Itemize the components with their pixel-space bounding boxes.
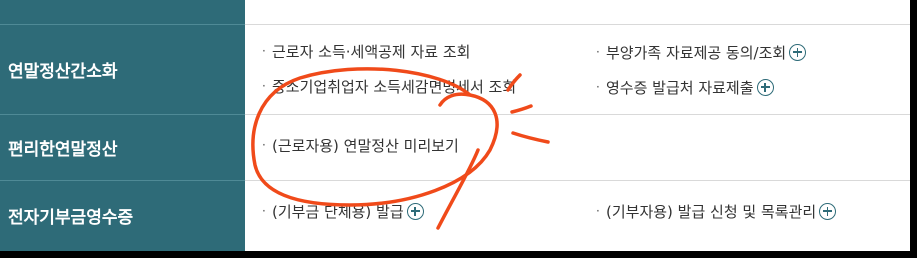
category-e-donation-receipt[interactable]: 전자기부금영수증 [0,180,245,251]
bullet: · [596,80,600,94]
category-label: 전자기부금영수증 [8,208,134,228]
plus-circle-icon[interactable] [819,202,837,220]
category-sidebar: 연말정산간소화 편리한연말정산 전자기부금영수증 [0,0,245,251]
link-income-deduction-lookup[interactable]: · 근로자 소득·세액공제 자료 조회 [262,38,470,64]
plus-circle-icon[interactable] [789,43,807,61]
screenshot-frame: 연말정산간소화 편리한연말정산 전자기부금영수증 · 근로자 소득·세액공제 자… [0,0,917,258]
link-label: 중소기업취업자 소득세감면명세서 조회 [272,77,517,96]
category-convenient-year-end[interactable]: 편리한연말정산 [0,114,245,180]
bullet: · [596,45,600,59]
bullet: · [262,79,266,93]
row-divider [245,114,910,115]
link-receipt-issuer-submit[interactable]: · 영수증 발급처 자료제출 [596,74,774,100]
bullet: · [262,138,266,152]
category-label: 편리한연말정산 [8,139,118,160]
bullet: · [262,204,266,218]
bullet: · [262,44,266,58]
link-label: (근로자용) 연말정산 미리보기 [272,136,459,155]
bullet: · [596,204,600,218]
link-donor-issue-list[interactable]: · (기부자용) 발급 신청 및 목록관리 [596,198,837,224]
category-year-end-simplified[interactable]: 연말정산간소화 [0,24,245,114]
link-label: (기부금 단체용) 발급 [272,202,404,221]
menu-panel: 연말정산간소화 편리한연말정산 전자기부금영수증 · 근로자 소득·세액공제 자… [0,0,910,251]
link-label: 부양가족 자료제공 동의/조회 [606,43,787,62]
plus-circle-icon[interactable] [406,202,424,220]
link-label: 근로자 소득·세액공제 자료 조회 [272,42,471,61]
link-sme-tax-reduction[interactable]: · 중소기업취업자 소득세감면명세서 조회 [262,73,516,99]
link-label: (기부자용) 발급 신청 및 목록관리 [606,202,817,221]
row-divider [245,24,910,25]
row-divider [245,180,910,181]
link-label: 영수증 발급처 자료제출 [606,78,754,97]
category-label: 연말정산간소화 [8,61,118,82]
plus-circle-icon[interactable] [756,78,774,96]
link-donation-org-issue[interactable]: · (기부금 단체용) 발급 [262,198,424,224]
link-dependent-consent[interactable]: · 부양가족 자료제공 동의/조회 [596,39,807,65]
link-year-end-preview[interactable]: · (근로자용) 연말정산 미리보기 [262,132,459,158]
